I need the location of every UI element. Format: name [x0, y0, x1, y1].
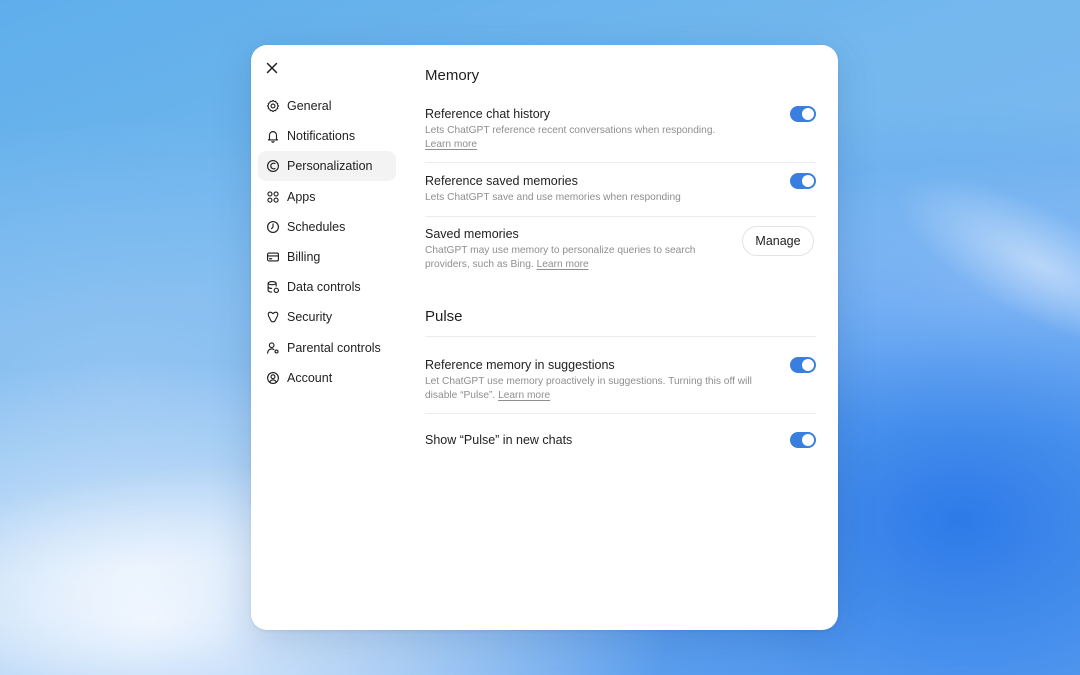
learn-more-link[interactable]: Learn more	[537, 259, 589, 270]
divider	[425, 413, 816, 414]
sidebar-item-label: Account	[287, 370, 333, 385]
sidebar-item-apps[interactable]: Apps	[258, 182, 396, 212]
account-circle-icon	[265, 370, 280, 385]
sidebar-item-account[interactable]: Account	[258, 363, 396, 393]
divider	[425, 216, 816, 217]
shield-icon	[265, 310, 280, 325]
learn-more-link[interactable]: Learn more	[498, 390, 550, 401]
toggle-knob	[802, 434, 814, 446]
setting-description: ChatGPT may use memory to personalize qu…	[425, 245, 696, 270]
sidebar-item-label: General	[287, 99, 332, 113]
close-icon	[266, 62, 278, 74]
sidebar-item-parental-controls[interactable]: Parental controls	[258, 333, 396, 363]
setting-saved-memories: Saved memories ChatGPT may use memory to…	[425, 226, 816, 272]
setting-description: Lets ChatGPT reference recent conversati…	[425, 125, 716, 150]
sidebar-item-label: Billing	[287, 249, 321, 264]
sidebar-item-general[interactable]: General	[258, 91, 396, 121]
setting-description: Let ChatGPT use memory proactively in su…	[425, 376, 752, 401]
personalization-icon	[265, 159, 280, 174]
setting-reference-chat-history: Reference chat history Lets ChatGPT refe…	[425, 106, 816, 152]
memory-section-title: Memory	[425, 67, 480, 84]
setting-reference-memory-suggestions: Reference memory in suggestions Let Chat…	[425, 357, 816, 403]
divider	[425, 336, 816, 337]
sidebar-item-label: Data controls	[287, 280, 361, 295]
apps-grid-icon	[265, 189, 280, 204]
close-button[interactable]	[261, 57, 283, 79]
manage-memories-button[interactable]: Manage	[742, 226, 814, 256]
gear-icon	[265, 99, 280, 114]
parental-controls-icon	[265, 340, 280, 355]
setting-description: Lets ChatGPT save and use memories when …	[425, 192, 681, 203]
database-icon	[265, 280, 280, 295]
reference-chat-history-toggle[interactable]	[790, 106, 816, 122]
divider	[425, 162, 816, 163]
pulse-section-title: Pulse	[425, 308, 463, 325]
sidebar-item-billing[interactable]: Billing	[258, 242, 396, 272]
sidebar-item-label: Security	[287, 310, 333, 325]
settings-sidebar: General Notifications Personalization Ap…	[258, 91, 396, 393]
sidebar-item-label: Notifications	[287, 129, 356, 144]
reference-memory-suggestions-toggle[interactable]	[790, 357, 816, 373]
toggle-knob	[802, 108, 814, 120]
sidebar-item-label: Schedules	[287, 219, 346, 234]
setting-show-pulse-new-chats: Show “Pulse” in new chats	[425, 432, 816, 448]
sidebar-item-label: Parental controls	[287, 340, 381, 355]
learn-more-link[interactable]: Learn more	[425, 139, 477, 150]
toggle-knob	[802, 175, 814, 187]
sidebar-item-notifications[interactable]: Notifications	[258, 121, 396, 151]
background-highlight	[872, 141, 1080, 389]
setting-label: Show “Pulse” in new chats	[425, 433, 573, 447]
setting-label: Reference memory in suggestions	[425, 358, 615, 372]
sidebar-item-security[interactable]: Security	[258, 302, 396, 332]
settings-dialog: General Notifications Personalization Ap…	[251, 45, 838, 630]
sidebar-item-schedules[interactable]: Schedules	[258, 212, 396, 242]
credit-card-icon	[265, 249, 280, 264]
sidebar-item-data-controls[interactable]: Data controls	[258, 272, 396, 302]
setting-reference-saved-memories: Reference saved memories Lets ChatGPT sa…	[425, 173, 816, 205]
sidebar-item-personalization[interactable]: Personalization	[258, 151, 396, 182]
reference-saved-memories-toggle[interactable]	[790, 173, 816, 189]
bell-icon	[265, 129, 280, 144]
sidebar-item-label: Apps	[287, 189, 316, 204]
toggle-knob	[802, 359, 814, 371]
clock-icon	[265, 219, 280, 234]
setting-label: Reference chat history	[425, 107, 551, 121]
sidebar-item-label: Personalization	[287, 159, 373, 174]
show-pulse-new-chats-toggle[interactable]	[790, 432, 816, 448]
setting-label: Reference saved memories	[425, 174, 578, 188]
